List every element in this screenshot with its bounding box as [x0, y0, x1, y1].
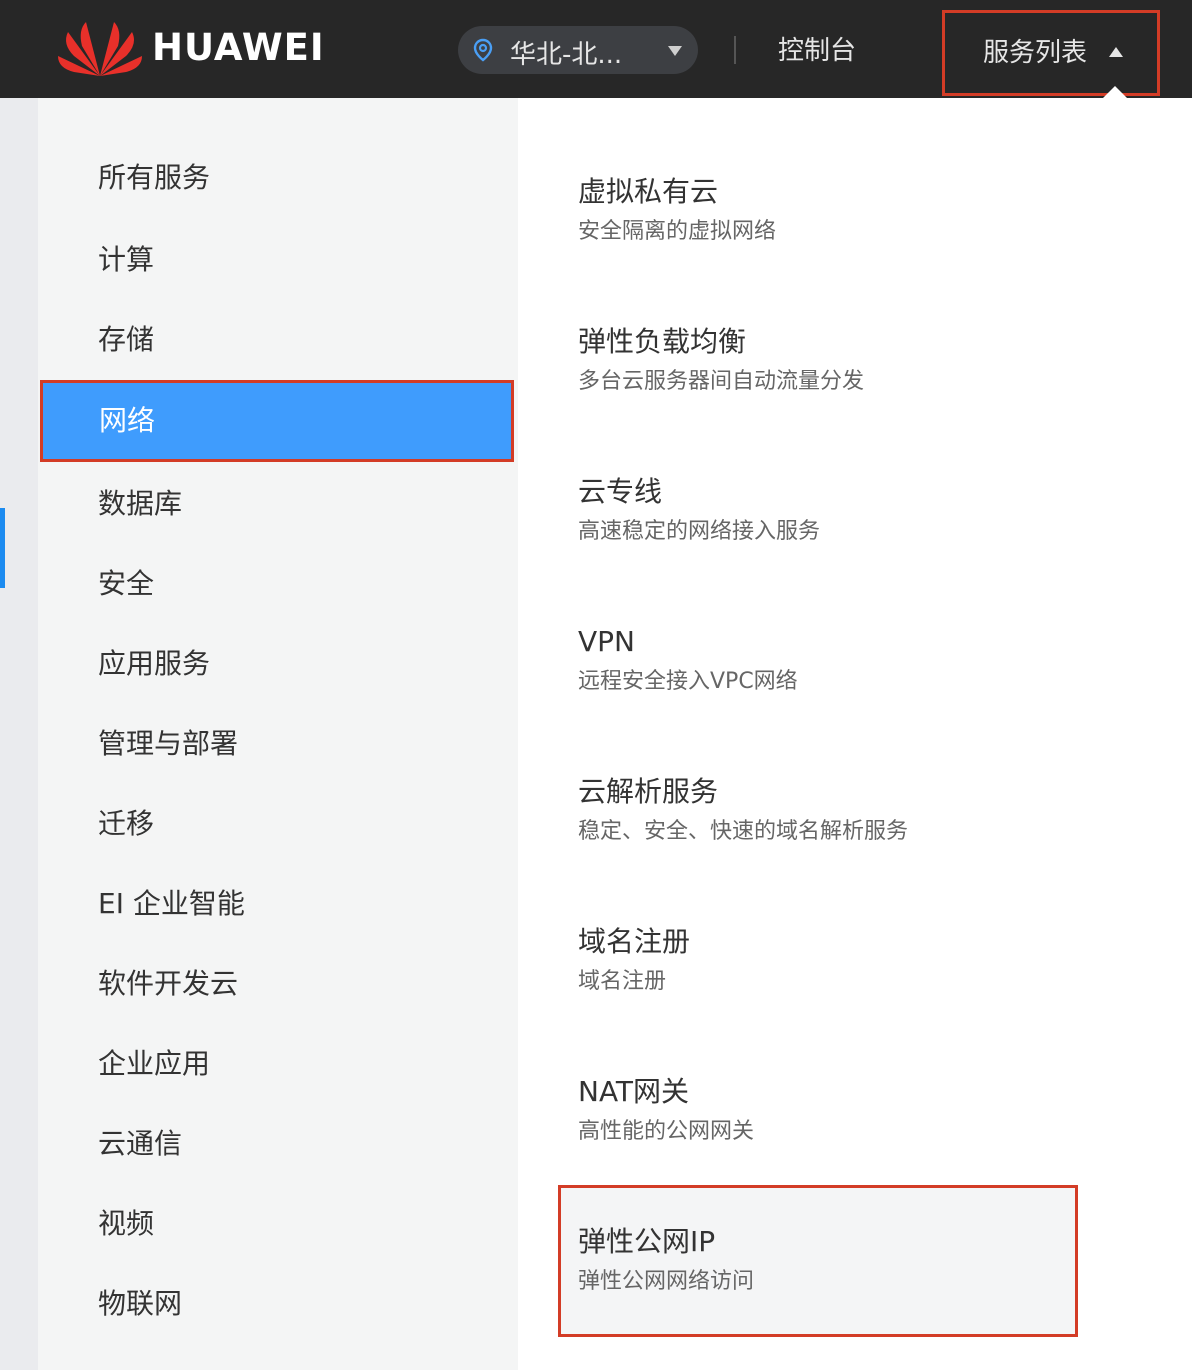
- service-desc: 高速稳定的网络接入服务: [578, 519, 821, 544]
- active-indicator: [0, 508, 5, 588]
- service-item-eip[interactable]: 弹性公网IP 弹性公网网络访问: [578, 1222, 754, 1298]
- service-desc: 弹性公网网络访问: [578, 1269, 755, 1294]
- service-item[interactable]: NAT网关 高性能的公网网关: [578, 1072, 754, 1148]
- category-all-services[interactable]: 所有服务: [98, 158, 210, 198]
- category-video[interactable]: 视频: [98, 1204, 154, 1244]
- category-enterprise-apps[interactable]: 企业应用: [98, 1044, 210, 1084]
- service-title: 弹性负载均衡: [578, 325, 747, 358]
- console-link[interactable]: 控制台: [778, 30, 856, 67]
- service-desc: 远程安全接入VPC网络: [578, 669, 798, 694]
- category-ei[interactable]: EI 企业智能: [98, 884, 245, 924]
- service-title: 云解析服务: [578, 775, 719, 808]
- region-label: 华北-北...: [510, 40, 623, 70]
- category-compute[interactable]: 计算: [98, 240, 154, 280]
- service-list-label: 服务列表: [983, 38, 1088, 68]
- brand-name[interactable]: HUAWEI: [152, 26, 325, 69]
- category-cloud-comm[interactable]: 云通信: [98, 1124, 182, 1164]
- service-item[interactable]: 虚拟私有云 安全隔离的虚拟网络: [578, 172, 776, 248]
- service-title: VPN: [578, 625, 635, 658]
- service-title: NAT网关: [578, 1075, 690, 1108]
- service-item[interactable]: VPN 远程安全接入VPC网络: [578, 622, 798, 698]
- huawei-logo-icon[interactable]: [56, 16, 144, 80]
- category-menu: 所有服务 计算 存储 网络 数据库 安全 应用服务 管理与部署 迁移 EI 企业…: [38, 98, 518, 1370]
- service-item[interactable]: 弹性负载均衡 多台云服务器间自动流量分发: [578, 322, 864, 398]
- page-left-edge: [0, 98, 38, 1370]
- service-title: 域名注册: [578, 925, 691, 958]
- category-storage[interactable]: 存储: [98, 320, 154, 360]
- service-desc: 稳定、安全、快速的域名解析服务: [578, 819, 909, 844]
- category-database[interactable]: 数据库: [98, 484, 182, 524]
- service-desc: 域名注册: [578, 969, 667, 994]
- service-title: 虚拟私有云: [578, 175, 719, 208]
- category-devcloud[interactable]: 软件开发云: [98, 964, 238, 1004]
- category-security[interactable]: 安全: [98, 564, 154, 604]
- service-list-button[interactable]: 服务列表: [942, 10, 1160, 96]
- caret-down-icon: [668, 46, 682, 56]
- region-selector[interactable]: 华北-北...: [458, 26, 698, 74]
- service-item[interactable]: 云专线 高速稳定的网络接入服务: [578, 472, 820, 548]
- location-pin-icon: [473, 38, 493, 62]
- caret-up-icon: [1109, 47, 1123, 57]
- service-desc: 多台云服务器间自动流量分发: [578, 369, 865, 394]
- service-title: 云专线: [578, 475, 663, 508]
- category-network-label: 网络: [99, 404, 156, 437]
- top-navbar: HUAWEI 华北-北... 控制台 服务列表: [0, 0, 1192, 98]
- category-iot[interactable]: 物联网: [98, 1284, 182, 1324]
- category-network[interactable]: 网络: [40, 380, 514, 462]
- nav-divider: [734, 36, 736, 64]
- service-desc: 高性能的公网网关: [578, 1119, 755, 1144]
- service-desc: 安全隔离的虚拟网络: [578, 219, 777, 244]
- dropdown-pointer: [1103, 86, 1127, 98]
- service-title: 弹性公网IP: [578, 1225, 716, 1258]
- service-item[interactable]: 域名注册 域名注册: [578, 922, 690, 998]
- category-migration[interactable]: 迁移: [98, 804, 154, 844]
- category-app-services[interactable]: 应用服务: [98, 644, 210, 684]
- service-item[interactable]: 云解析服务 稳定、安全、快速的域名解析服务: [578, 772, 908, 848]
- category-management[interactable]: 管理与部署: [98, 724, 238, 764]
